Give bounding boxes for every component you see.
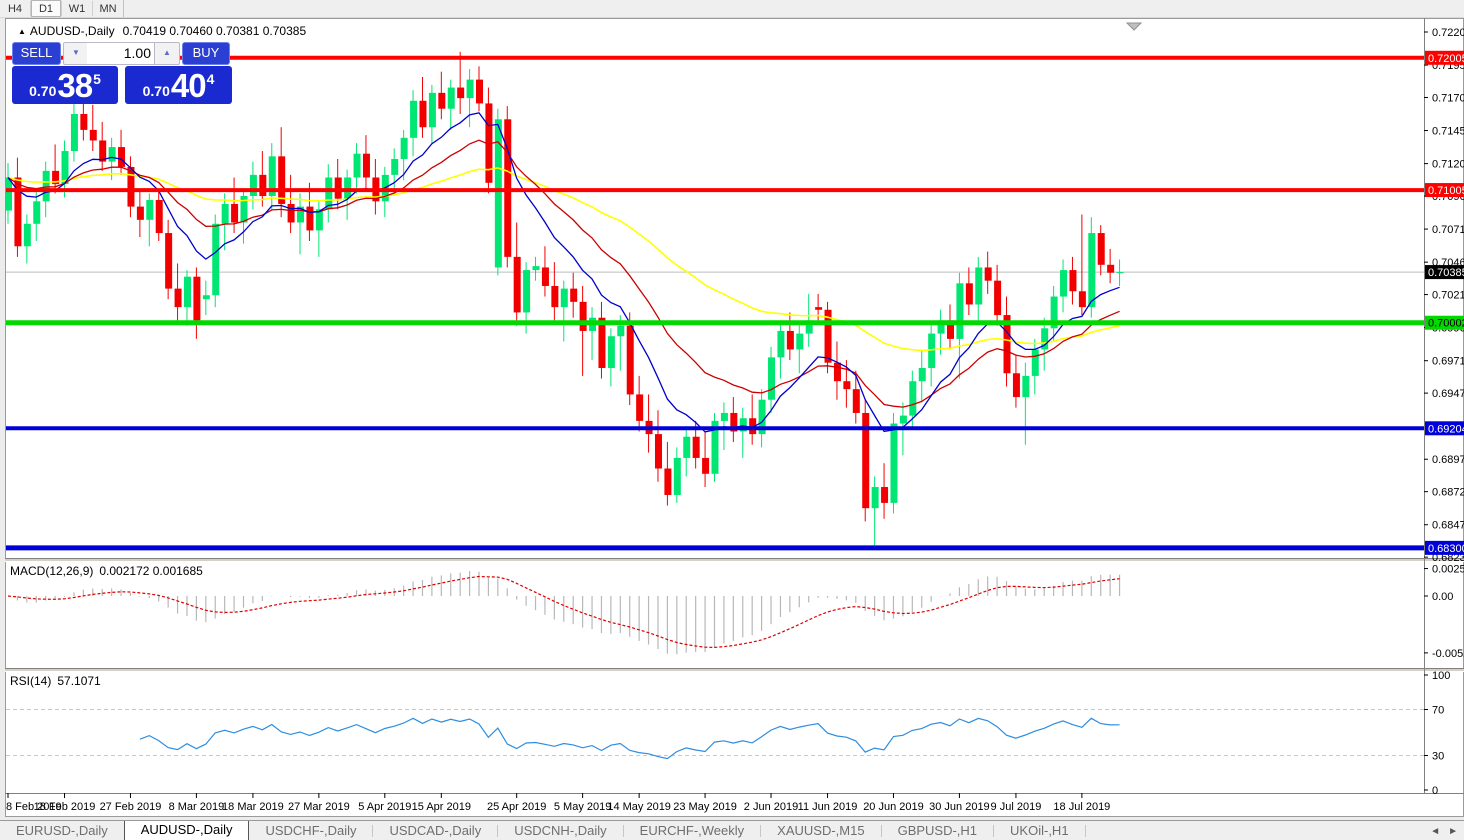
svg-text:11 Jun 2019: 11 Jun 2019 <box>798 801 858 813</box>
svg-text:27 Feb 2019: 27 Feb 2019 <box>100 801 162 813</box>
svg-text:23 May 2019: 23 May 2019 <box>673 801 737 813</box>
svg-text:0.71705: 0.71705 <box>1432 92 1464 104</box>
svg-text:27 Mar 2019: 27 Mar 2019 <box>288 801 350 813</box>
svg-text:0.68725: 0.68725 <box>1432 487 1464 499</box>
buy-price-pipette: 4 <box>206 71 215 87</box>
svg-text:14 May 2019: 14 May 2019 <box>607 801 671 813</box>
svg-text:0.70385: 0.70385 <box>1428 267 1464 279</box>
sell-price-digits: 38 <box>57 67 93 104</box>
macd-name: MACD(12,26,9) <box>10 564 94 578</box>
tab-scroll-arrows: ◄ ► <box>1430 821 1464 840</box>
tab-eurusd-daily[interactable]: EURUSD-,Daily <box>0 821 124 840</box>
volume-increase-button[interactable]: ▲ <box>154 42 180 65</box>
chart-tab-bar: EURUSD-,Daily AUDUSD-,Daily USDCHF-,Dail… <box>0 820 1464 840</box>
timeframe-h4-button[interactable]: H4 <box>0 0 30 17</box>
tab-usdcad-daily[interactable]: USDCAD-,Daily <box>373 821 497 840</box>
tab-scroll-left-icon[interactable]: ◄ <box>1430 826 1440 837</box>
svg-text:2 Jun 2019: 2 Jun 2019 <box>744 801 798 813</box>
svg-text:0.69470: 0.69470 <box>1432 388 1464 400</box>
svg-text:0.69715: 0.69715 <box>1432 356 1464 368</box>
rsi-value: 57.1071 <box>57 674 101 688</box>
sell-price-display[interactable]: 0.70 38 5 <box>12 66 118 104</box>
trade-panel-top-row: SELL ▼ ▲ BUY <box>10 42 232 65</box>
svg-text:0.71205: 0.71205 <box>1432 159 1464 171</box>
svg-text:0.71005: 0.71005 <box>1428 185 1464 197</box>
tab-ukoil-h1[interactable]: UKOil-,H1 <box>994 821 1085 840</box>
svg-text:100: 100 <box>1432 670 1450 682</box>
svg-text:0: 0 <box>1432 785 1438 797</box>
toolbar-separator <box>123 0 124 17</box>
svg-text:0.70002: 0.70002 <box>1428 318 1464 330</box>
svg-text:0.68475: 0.68475 <box>1432 520 1464 532</box>
symbol-period-label: AUDUSD-,Daily <box>29 24 115 38</box>
timeframe-toolbar: H4 D1 W1 MN <box>0 0 1464 18</box>
tab-usdchf-daily[interactable]: USDCHF-,Daily <box>249 821 372 840</box>
svg-text:0.70215: 0.70215 <box>1432 290 1464 302</box>
buy-price-digits: 40 <box>170 67 207 104</box>
svg-text:0.70710: 0.70710 <box>1432 224 1464 236</box>
buy-button[interactable]: BUY <box>182 42 230 65</box>
sell-button[interactable]: SELL <box>12 42 61 65</box>
svg-text:30: 30 <box>1432 751 1444 763</box>
tab-xauusd-m15[interactable]: XAUUSD-,M15 <box>761 821 880 840</box>
svg-text:20 Jun 2019: 20 Jun 2019 <box>863 801 924 813</box>
svg-text:0.72200: 0.72200 <box>1432 27 1464 39</box>
volume-input[interactable] <box>87 43 154 62</box>
svg-text:30 Jun 2019: 30 Jun 2019 <box>929 801 990 813</box>
tab-scroll-right-icon[interactable]: ► <box>1448 826 1458 837</box>
timeframe-d1-button[interactable]: D1 <box>31 0 61 17</box>
mt4-window: H4 D1 W1 MN 0.722000.719500.717050.71455… <box>0 0 1464 840</box>
tab-usdcnh-daily[interactable]: USDCNH-,Daily <box>498 821 622 840</box>
rsi-indicator-label: RSI(14) 57.1071 <box>10 674 101 688</box>
svg-text:25 Apr 2019: 25 Apr 2019 <box>487 801 546 813</box>
svg-text:0.002524: 0.002524 <box>1432 564 1464 576</box>
svg-text:5 May 2019: 5 May 2019 <box>554 801 611 813</box>
chart-window: 0.722000.719500.717050.714550.712050.709… <box>5 18 1464 817</box>
svg-text:18 Jul 2019: 18 Jul 2019 <box>1053 801 1110 813</box>
svg-text:0.00: 0.00 <box>1432 591 1453 603</box>
svg-text:0.68970: 0.68970 <box>1432 454 1464 466</box>
rsi-name: RSI(14) <box>10 674 52 688</box>
tab-separator <box>1084 825 1086 837</box>
timeframe-mn-button[interactable]: MN <box>93 0 123 17</box>
tab-gbpusd-h1[interactable]: GBPUSD-,H1 <box>882 821 993 840</box>
svg-text:15 Apr 2019: 15 Apr 2019 <box>412 801 471 813</box>
tab-audusd-daily[interactable]: AUDUSD-,Daily <box>123 821 250 840</box>
svg-text:18 Feb 2019: 18 Feb 2019 <box>34 801 96 813</box>
macd-values: 0.002172 0.001685 <box>99 564 203 578</box>
price-chart-canvas[interactable]: 0.722000.719500.717050.714550.712050.709… <box>5 18 1464 817</box>
volume-field-wrap <box>87 42 154 65</box>
macd-indicator-label: MACD(12,26,9) 0.002172 0.001685 <box>10 564 203 578</box>
ohlc-values: 0.70419 0.70460 0.70381 0.70385 <box>122 24 307 38</box>
svg-text:9 Jul 2019: 9 Jul 2019 <box>991 801 1042 813</box>
collapse-panel-icon[interactable]: ▲ <box>18 27 26 36</box>
svg-text:18 Mar 2019: 18 Mar 2019 <box>222 801 284 813</box>
svg-text:0.71455: 0.71455 <box>1432 126 1464 138</box>
svg-text:0.68300: 0.68300 <box>1428 543 1464 555</box>
one-click-trading-panel: SELL ▼ ▲ BUY 0.70 38 5 0.70 40 4 <box>10 42 232 122</box>
svg-text:8 Mar 2019: 8 Mar 2019 <box>169 801 225 813</box>
svg-text:70: 70 <box>1432 705 1444 717</box>
buy-price-display[interactable]: 0.70 40 4 <box>125 66 232 104</box>
chart-title: ▲ AUDUSD-,Daily 0.70419 0.70460 0.70381 0.… <box>18 24 306 38</box>
svg-text:5 Apr 2019: 5 Apr 2019 <box>358 801 411 813</box>
svg-text:-0.005234: -0.005234 <box>1432 648 1464 660</box>
sell-price-pipette: 5 <box>93 71 101 87</box>
timeframe-w1-button[interactable]: W1 <box>62 0 92 17</box>
volume-decrease-button[interactable]: ▼ <box>63 42 89 65</box>
svg-text:0.72005: 0.72005 <box>1428 53 1464 65</box>
tab-eurchf-weekly[interactable]: EURCHF-,Weekly <box>624 821 761 840</box>
buy-price-prefix: 0.70 <box>142 83 170 99</box>
sell-price-prefix: 0.70 <box>29 83 57 99</box>
svg-text:0.69204: 0.69204 <box>1428 423 1464 435</box>
